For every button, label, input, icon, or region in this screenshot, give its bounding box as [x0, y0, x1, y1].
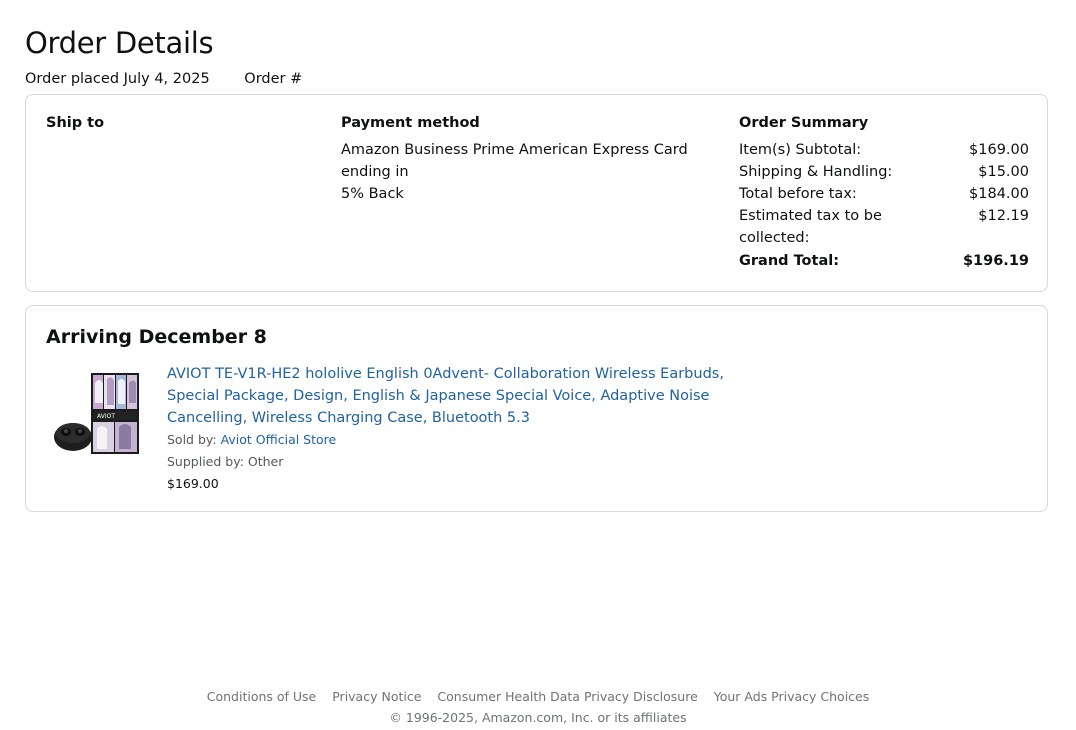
order-summary-heading: Order Summary [739, 115, 869, 131]
page-title: Order Details [25, 26, 214, 60]
product-title-link[interactable]: AVIOT TE-V1R-HE2 hololive English 0Adven… [167, 363, 727, 429]
summary-value: $15.00 [978, 164, 1029, 180]
grand-total-label: Grand Total: [739, 253, 839, 269]
payment-method-section: Payment method Amazon Business Prime Ame… [341, 112, 736, 205]
sold-by-label: Sold by: [167, 432, 217, 447]
summary-row-grand-total: Grand Total: $196.19 [739, 250, 1029, 272]
shipment-item: AVIOT TE-V1R-HE2 hololive English 0Adven… [167, 363, 727, 495]
order-meta: Order placed July 4, 2025 Order # [25, 69, 302, 89]
footer-link-health-data-privacy[interactable]: Consumer Health Data Privacy Disclosure [437, 689, 697, 704]
arrival-heading: Arriving December 8 [46, 326, 267, 348]
summary-row-before-tax: Total before tax: $184.00 [739, 183, 1029, 205]
seller-link[interactable]: Aviot Official Store [221, 432, 337, 447]
order-number-label: Order # [244, 71, 303, 87]
summary-value: $169.00 [969, 142, 1029, 158]
order-info-box: Ship to Payment method Amazon Business P… [25, 94, 1048, 292]
order-summary-section: Order Summary Item(s) Subtotal: $169.00 … [739, 112, 1029, 272]
summary-label: Total before tax: [739, 186, 857, 202]
product-image[interactable]: AVIOT [53, 371, 141, 455]
svg-text:AVIOT: AVIOT [97, 413, 115, 420]
sold-by-line: Sold by: Aviot Official Store [167, 429, 727, 451]
shipment-box: Arriving December 8 AVIOT AVIOT TE-V1R-H… [25, 305, 1048, 512]
summary-label: Estimated tax to be collected: [739, 208, 882, 246]
summary-row-shipping: Shipping & Handling: $15.00 [739, 161, 1029, 183]
item-price: $169.00 [167, 476, 219, 491]
order-placed-date: Order placed July 4, 2025 [25, 71, 210, 87]
payment-method-heading: Payment method [341, 115, 480, 131]
supplied-by-line: Supplied by: Other [167, 454, 284, 469]
ship-to-heading: Ship to [46, 115, 105, 131]
copyright-text: © 1996-2025, Amazon.com, Inc. or its aff… [389, 710, 687, 725]
summary-value: $184.00 [969, 186, 1029, 202]
grand-total-value: $196.19 [962, 253, 1029, 269]
order-details-page: Order Details Order placed July 4, 2025 … [0, 0, 1076, 730]
payment-card-text: Amazon Business Prime American Express C… [341, 142, 688, 180]
payment-reward-text: 5% Back [341, 186, 404, 202]
summary-row-subtotal: Item(s) Subtotal: $169.00 [739, 139, 1029, 161]
summary-label: Item(s) Subtotal: [739, 142, 862, 158]
footer-link-privacy-notice[interactable]: Privacy Notice [332, 689, 421, 704]
footer-links: Conditions of Use Privacy Notice Consume… [0, 686, 1076, 707]
ship-to-section: Ship to [46, 112, 326, 139]
summary-row-tax: Estimated tax to be collected: $12.19 [739, 205, 1029, 249]
summary-label: Shipping & Handling: [739, 164, 893, 180]
footer-link-conditions-of-use[interactable]: Conditions of Use [207, 689, 317, 704]
summary-value: $12.19 [978, 208, 1029, 224]
footer: Conditions of Use Privacy Notice Consume… [0, 686, 1076, 728]
footer-link-ads-privacy-choices[interactable]: Your Ads Privacy Choices [714, 689, 870, 704]
